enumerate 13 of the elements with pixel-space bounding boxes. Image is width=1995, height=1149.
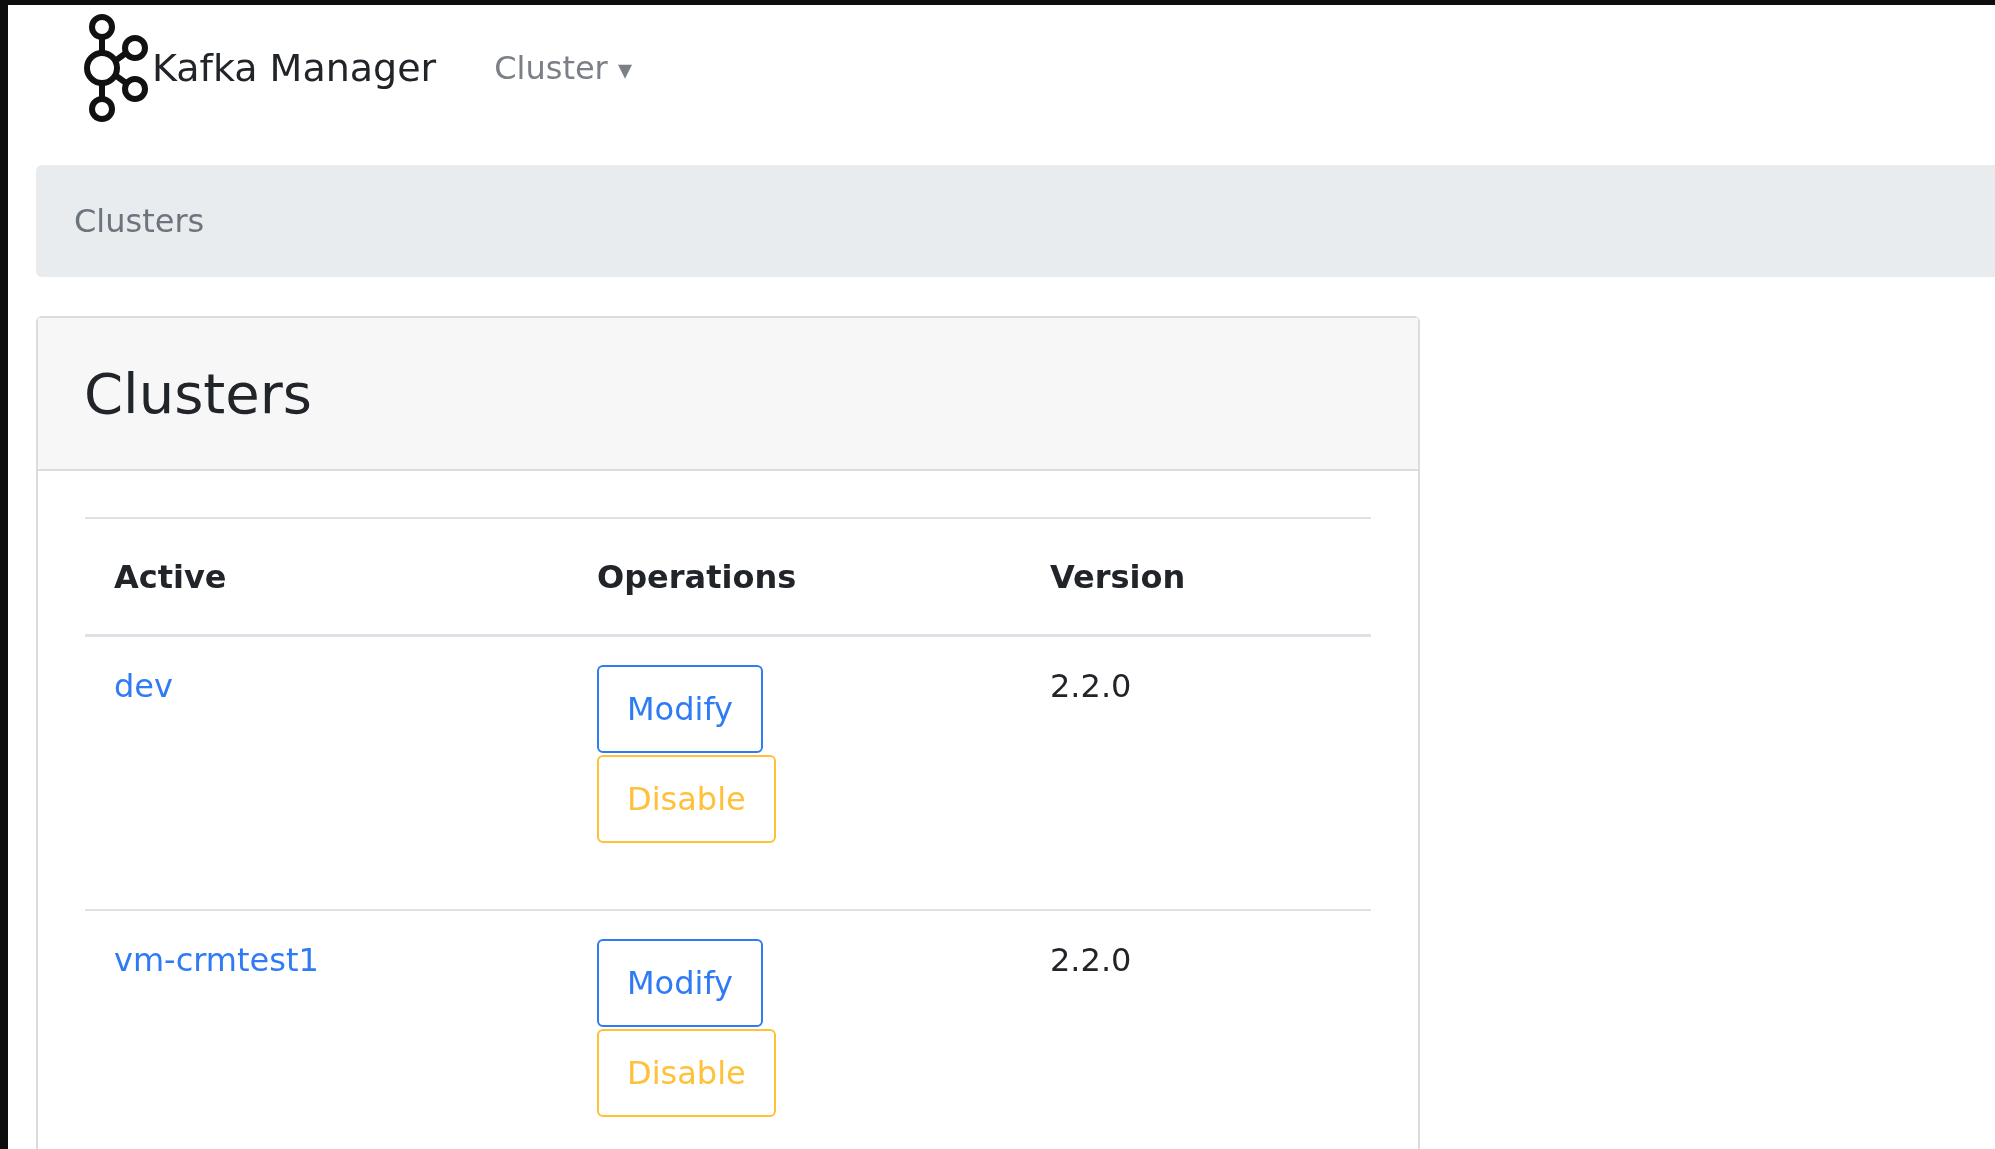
column-header: Active bbox=[114, 557, 227, 596]
cluster-link[interactable]: vm-crmtest1 bbox=[114, 941, 319, 979]
cluster-menu[interactable]: Cluster ▾ bbox=[494, 48, 632, 87]
version-text: 2.2.0 bbox=[1050, 667, 1132, 705]
card-title: Clusters bbox=[84, 361, 312, 426]
version-text: 2.2.0 bbox=[1050, 941, 1132, 979]
breadcrumb-item: Clusters bbox=[74, 202, 205, 240]
brand-link[interactable]: Kafka Manager bbox=[80, 10, 437, 125]
column-header: Version bbox=[1050, 557, 1186, 596]
column-header: Operations bbox=[597, 557, 797, 596]
cluster-link[interactable]: dev bbox=[114, 667, 173, 705]
modify-button[interactable]: Modify bbox=[597, 665, 764, 753]
modify-button[interactable]: Modify bbox=[597, 939, 764, 1027]
